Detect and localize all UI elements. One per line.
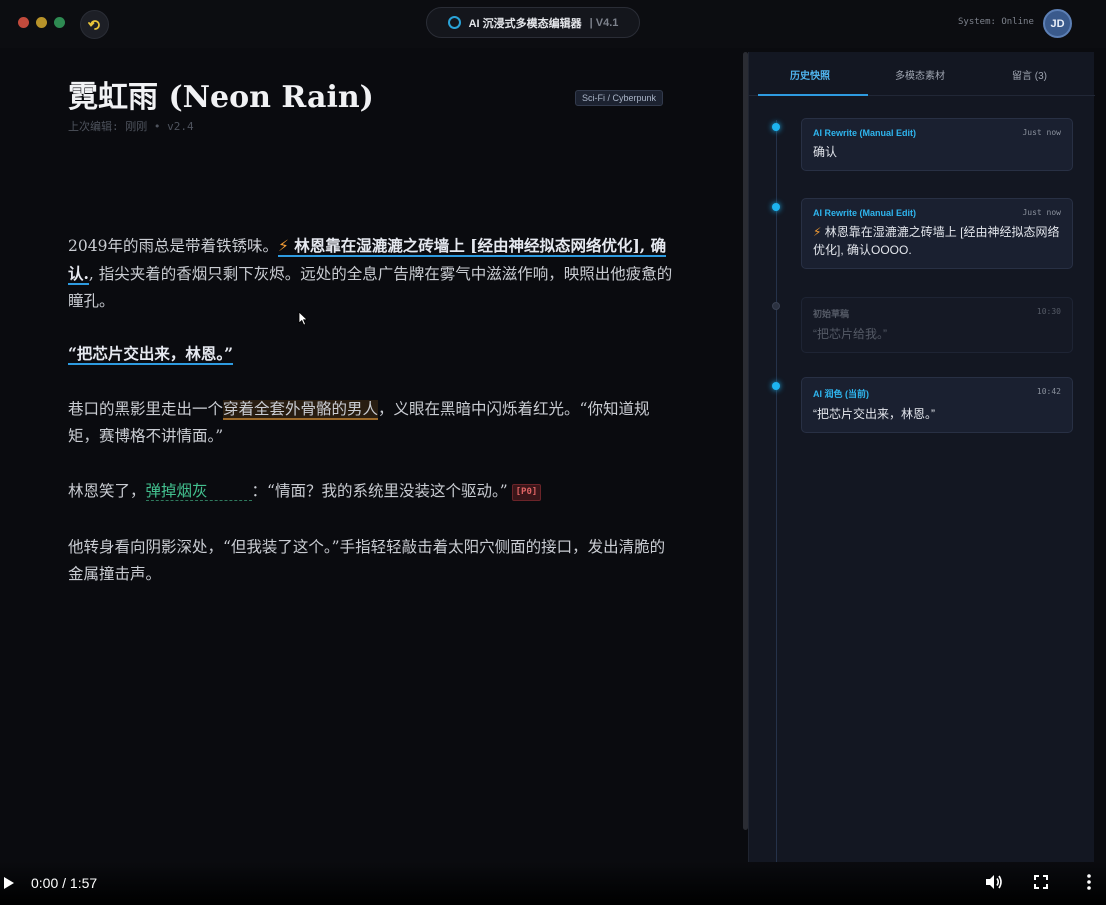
volume-icon[interactable]: [985, 874, 1003, 890]
paragraph-1[interactable]: 2049年的雨总是带着铁锈味。⚡ 林恩靠在湿漉漉之砖墙上 [经由神经拟态网络优化…: [68, 232, 678, 315]
avatar[interactable]: JD: [1043, 9, 1072, 38]
paragraph-3[interactable]: 巷口的黑影里走出一个穿着全套外骨骼的男人，义眼在黑暗中闪烁着红光。“你知道规矩，…: [68, 396, 678, 450]
system-status: System: Online: [958, 17, 1034, 27]
fullscreen-icon[interactable]: [1034, 875, 1048, 889]
asset-link-highlight[interactable]: 穿着全套外骨骼的男人: [223, 400, 379, 420]
comment-highlight[interactable]: 弹掉烟灰: [145, 482, 252, 501]
lightning-icon: ⚡: [277, 237, 289, 255]
paragraph-5[interactable]: 他转身看向阴影深处，“但我装了这个。”手指轻轻敲击着太阳穴侧面的接口，发出清脆的…: [68, 534, 678, 588]
timeline-dot: [772, 302, 780, 310]
paragraph-4[interactable]: 林恩笑了，弹掉烟灰 ：“情面？我的系统里没装这个驱动。” [P0]: [68, 478, 678, 505]
history-time: Just now: [1022, 128, 1061, 137]
app-version: | V4.1: [589, 16, 619, 29]
video-time: 0:00 / 1:57: [31, 875, 98, 891]
timeline-dot: [772, 123, 780, 131]
history-time: 10:30: [1036, 307, 1061, 316]
history-text: “把芯片交出来，林恩。”: [813, 407, 935, 421]
tab-history[interactable]: 历史快照: [790, 67, 830, 82]
tab-assets[interactable]: 多模态素材: [895, 67, 945, 82]
editor-canvas[interactable]: [0, 52, 748, 867]
top-bar: AI 沉浸式多模态编辑器 | V4.1 System: Online JD: [0, 0, 1106, 48]
history-time: Just now: [1022, 208, 1061, 217]
paragraph-text: 林恩笑了，: [68, 482, 146, 500]
timeline-dot: [772, 382, 780, 390]
play-icon[interactable]: [3, 876, 15, 890]
history-card[interactable]: 初始草稿 10:30 “把芯片给我。”: [801, 297, 1073, 353]
paragraph-text: 2049年的雨总是带着铁锈味。: [68, 237, 278, 255]
ai-polish-highlight[interactable]: “把芯片交出来，林恩。”: [68, 344, 234, 365]
history-text: 确认: [813, 145, 838, 159]
undo-button[interactable]: [80, 10, 109, 39]
minimize-window-button[interactable]: [36, 17, 47, 28]
active-tab-indicator: [758, 94, 868, 96]
paragraph-text: , 指尖夹着的香烟只剩下灰烬。远处的全息广告牌在雾气中滋滋作响，映照出他疲惫的瞳…: [68, 265, 673, 310]
history-time: 10:42: [1036, 387, 1061, 396]
video-controls: 0:00 / 1:57: [0, 862, 1106, 905]
paragraph-text: 他转身看向阴影深处，“但我装了这个。”手指轻轻敲击着太阳穴侧面的接口，发出清脆的…: [68, 538, 666, 583]
history-type: AI Rewrite (Manual Edit): [813, 128, 917, 138]
timeline-line: [776, 120, 777, 865]
history-text-container: ⚡ 林恩靠在湿漉漉之砖墙上 [经由神经拟态网络优化], 确认OOOO.: [813, 223, 1061, 259]
genre-tag[interactable]: Sci-Fi / Cyberpunk: [575, 90, 664, 106]
undo-icon: [87, 19, 100, 30]
history-text: “把芯片给我。”: [813, 327, 887, 341]
app-title-pill: AI 沉浸式多模态编辑器 | V4.1: [426, 7, 640, 38]
side-panel: 历史快照 多模态素材 留言 (3) AI Rewrite (Manual Edi…: [748, 52, 1095, 867]
mouse-cursor-icon: [298, 311, 308, 326]
document-title[interactable]: 霓虹雨 (Neon Rain): [68, 72, 374, 116]
priority-tag[interactable]: [P0]: [511, 483, 542, 501]
history-type: AI 润色 (当前): [813, 389, 869, 399]
edit-meta: 上次编辑: 刚刚 • v2.4: [68, 120, 194, 133]
history-text: 林恩靠在湿漉漉之砖墙上 [经由神经拟态网络优化], 确认OOOO.: [813, 225, 1060, 257]
status-ring-icon: [447, 16, 461, 29]
paragraph-2[interactable]: “把芯片交出来，林恩。”: [68, 340, 678, 368]
timeline-dot: [772, 203, 780, 211]
window-controls: [18, 17, 65, 28]
paragraph-text: 巷口的黑影里走出一个: [68, 400, 224, 418]
close-window-button[interactable]: [18, 17, 29, 28]
maximize-window-button[interactable]: [54, 17, 65, 28]
history-card[interactable]: AI Rewrite (Manual Edit) Just now 确认: [801, 118, 1073, 171]
history-card[interactable]: AI 润色 (当前) 10:42 “把芯片交出来，林恩。”: [801, 377, 1073, 433]
paragraph-text: ：“情面？我的系统里没装这个驱动。”: [251, 482, 508, 500]
app-title: AI 沉浸式多模态编辑器: [468, 17, 582, 30]
history-card[interactable]: AI Rewrite (Manual Edit) Just now ⚡ 林恩靠在…: [801, 198, 1073, 269]
tab-comments[interactable]: 留言 (3): [1012, 67, 1047, 82]
more-options-icon[interactable]: [1086, 874, 1092, 890]
panel-tabs: 历史快照 多模态素材 留言 (3): [749, 52, 1095, 96]
history-type: AI Rewrite (Manual Edit): [813, 208, 917, 218]
history-type: 初始草稿: [813, 309, 850, 319]
